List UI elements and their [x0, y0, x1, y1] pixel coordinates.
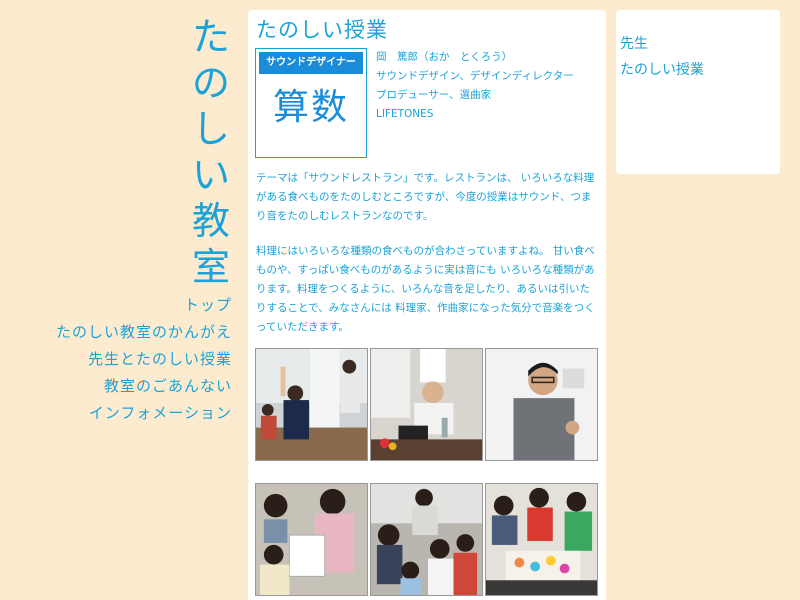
sub-nav-box: 先生 たのしい授業 [616, 10, 780, 174]
nav-item-teachers-classes[interactable]: 先生とたのしい授業 [56, 346, 232, 373]
logo-char: し [191, 107, 230, 151]
site-logo[interactable]: た の し い 教 室 [188, 14, 234, 290]
teacher-name: 岡 篤郎（おか とくろう） [376, 51, 513, 63]
subject-card: サウンドデザイナー 算数 [255, 48, 367, 158]
class-photo [485, 483, 598, 596]
teacher-title: プロデューサー、選曲家 [376, 89, 492, 101]
class-photo [255, 483, 368, 596]
main-content: たのしい授業 サウンドデザイナー 算数 岡 篤郎（おか とくろう） サウンドデザ… [248, 10, 606, 600]
teacher-info: 岡 篤郎（おか とくろう） サウンドデザイン、デザインディレクター プロデューサ… [376, 48, 574, 124]
sub-nav: 先生 たのしい授業 [616, 31, 704, 83]
logo-char: の [191, 61, 230, 105]
teacher-company: LIFETONES [376, 108, 434, 120]
class-description: 料理にはいろいろな種類の食べものが合わさっていますよね。 甘い食べものや、すっぱ… [256, 245, 595, 333]
teacher-title: サウンドデザイン、デザインディレクター [376, 70, 574, 82]
logo-char: 室 [191, 245, 230, 289]
class-photo [485, 348, 598, 461]
sub-nav-teacher[interactable]: 先生 [616, 31, 704, 57]
main-nav: トップ たのしい教室のかんがえ 先生とたのしい授業 教室のごあんない インフォメ… [56, 292, 232, 427]
page-title: たのしい授業 [256, 18, 388, 42]
class-photo [370, 483, 483, 596]
logo-char: た [191, 15, 230, 59]
sub-nav-class[interactable]: たのしい授業 [616, 57, 704, 83]
class-photo [370, 348, 483, 461]
nav-item-top[interactable]: トップ [56, 292, 232, 319]
logo-char: い [191, 153, 230, 197]
class-description: テーマは「サウンドレストラン」です。レストランは、 いろいろな料理がある食べもの… [256, 172, 595, 222]
class-photo [255, 348, 368, 461]
nav-item-philosophy[interactable]: たのしい教室のかんがえ [56, 319, 232, 346]
subject-name: 算数 [272, 87, 349, 128]
page: た の し い 教 室 トップ たのしい教室のかんがえ 先生とたのしい授業 教室… [0, 0, 800, 600]
logo-char: 教 [191, 199, 230, 243]
role-badge: サウンドデザイナー [259, 52, 363, 74]
nav-item-information[interactable]: インフォメーション [56, 400, 232, 427]
nav-item-guide[interactable]: 教室のごあんない [56, 373, 232, 400]
